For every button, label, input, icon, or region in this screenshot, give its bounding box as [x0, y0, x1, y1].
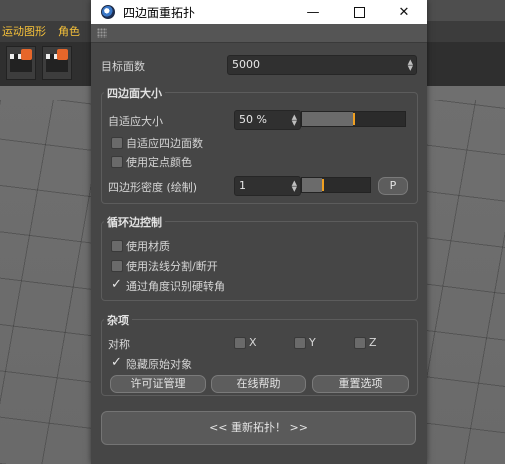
- edge-loop-title: 循环边控制: [104, 214, 165, 230]
- use-vertex-color-label: 使用定点颜色: [126, 156, 192, 169]
- quad-density-value: 1: [239, 179, 246, 192]
- adaptive-size-input[interactable]: 50 % ▲ ▼: [234, 110, 301, 130]
- symmetry-z-checkbox[interactable]: [354, 337, 366, 349]
- target-faces-value: 5000: [232, 58, 260, 71]
- hide-source-checkbox[interactable]: [111, 358, 121, 368]
- title-bar[interactable]: 四边面重拓扑 — ✕: [91, 0, 427, 24]
- symmetry-z-label: Z: [369, 336, 377, 349]
- gear-icon: [57, 49, 68, 60]
- quad-remesher-dialog: 四边面重拓扑 — ✕ 目标面数 5000 ▲ ▼ 四边面大小 自适应大小 50 %…: [91, 0, 427, 464]
- detect-hard-edges-label: 通过角度识别硬转角: [126, 280, 225, 293]
- online-help-button[interactable]: 在线帮助: [211, 375, 306, 393]
- paint-density-button[interactable]: P: [378, 177, 408, 195]
- license-manager-button[interactable]: 许可证管理: [110, 375, 206, 393]
- quad-density-input[interactable]: 1 ▲ ▼: [234, 176, 301, 196]
- window-title: 四边面重拓扑: [123, 5, 196, 20]
- adaptive-quad-count-label: 自适应四边面数: [126, 137, 203, 150]
- spinner-arrows-icon[interactable]: ▲ ▼: [292, 114, 297, 127]
- menu-motion-graphics[interactable]: 运动图形: [2, 23, 46, 39]
- use-material-label: 使用材质: [126, 240, 170, 253]
- menu-character[interactable]: 角色: [58, 23, 80, 39]
- symmetry-x-label: X: [249, 336, 257, 349]
- spinner-arrows-icon[interactable]: ▲ ▼: [408, 59, 413, 72]
- symmetry-y-label: Y: [309, 336, 316, 349]
- target-faces-input[interactable]: 5000 ▲ ▼: [227, 55, 417, 75]
- misc-title: 杂项: [104, 312, 132, 328]
- spinner-arrows-icon[interactable]: ▲ ▼: [292, 180, 297, 193]
- use-vertex-color-checkbox[interactable]: [111, 156, 123, 168]
- hide-source-label: 隐藏原始对象: [126, 358, 192, 371]
- adaptive-size-label: 自适应大小: [108, 115, 163, 128]
- symmetry-label: 对称: [108, 338, 130, 351]
- use-normal-split-checkbox[interactable]: [111, 260, 123, 272]
- panel-grip[interactable]: [91, 24, 427, 43]
- adaptive-size-value: 50 %: [239, 113, 267, 126]
- adaptive-quad-count-checkbox[interactable]: [111, 137, 123, 149]
- close-button[interactable]: ✕: [381, 0, 427, 24]
- adaptive-size-slider[interactable]: [301, 111, 406, 127]
- grip-dots-icon: [97, 28, 107, 38]
- cinema4d-app-icon: [101, 5, 115, 19]
- reset-options-button[interactable]: 重置选项: [312, 375, 409, 393]
- toolbar-render-settings-button[interactable]: [42, 46, 72, 80]
- render-badge-icon: [21, 49, 32, 60]
- use-material-checkbox[interactable]: [111, 240, 123, 252]
- symmetry-x-checkbox[interactable]: [234, 337, 246, 349]
- adaptive-size-slider-fill: [302, 112, 353, 126]
- use-normal-split-label: 使用法线分割/断开: [126, 260, 218, 273]
- quad-density-label: 四边形密度 (绘制): [108, 181, 198, 194]
- target-faces-label: 目标面数: [101, 60, 145, 73]
- symmetry-y-checkbox[interactable]: [294, 337, 306, 349]
- toolbar-render-view-button[interactable]: [6, 46, 36, 80]
- quad-density-slider-handle[interactable]: [322, 179, 324, 191]
- minimize-button[interactable]: —: [290, 0, 336, 24]
- detect-hard-edges-checkbox[interactable]: [111, 280, 121, 290]
- quad-size-title: 四边面大小: [104, 85, 165, 101]
- retopologize-button[interactable]: << 重新拓扑！ >>: [101, 411, 416, 445]
- quad-density-slider[interactable]: [301, 177, 371, 193]
- quad-density-slider-fill: [302, 178, 322, 192]
- maximize-button[interactable]: [336, 0, 382, 24]
- c4d-menubar: 运动图形 角色 渲: [0, 21, 103, 41]
- maximize-icon: [353, 6, 365, 18]
- adaptive-size-slider-handle[interactable]: [353, 113, 355, 125]
